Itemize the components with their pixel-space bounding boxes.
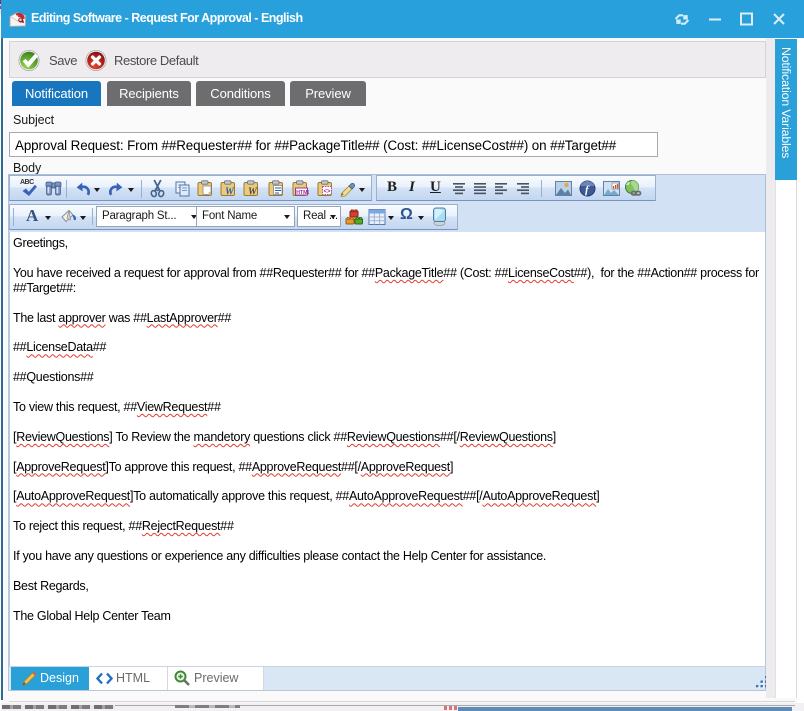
svg-text:HTML: HTML — [296, 190, 309, 196]
svg-text:W: W — [225, 187, 235, 198]
svg-text:W: W — [248, 187, 258, 198]
svg-text:<>: <> — [324, 189, 332, 195]
